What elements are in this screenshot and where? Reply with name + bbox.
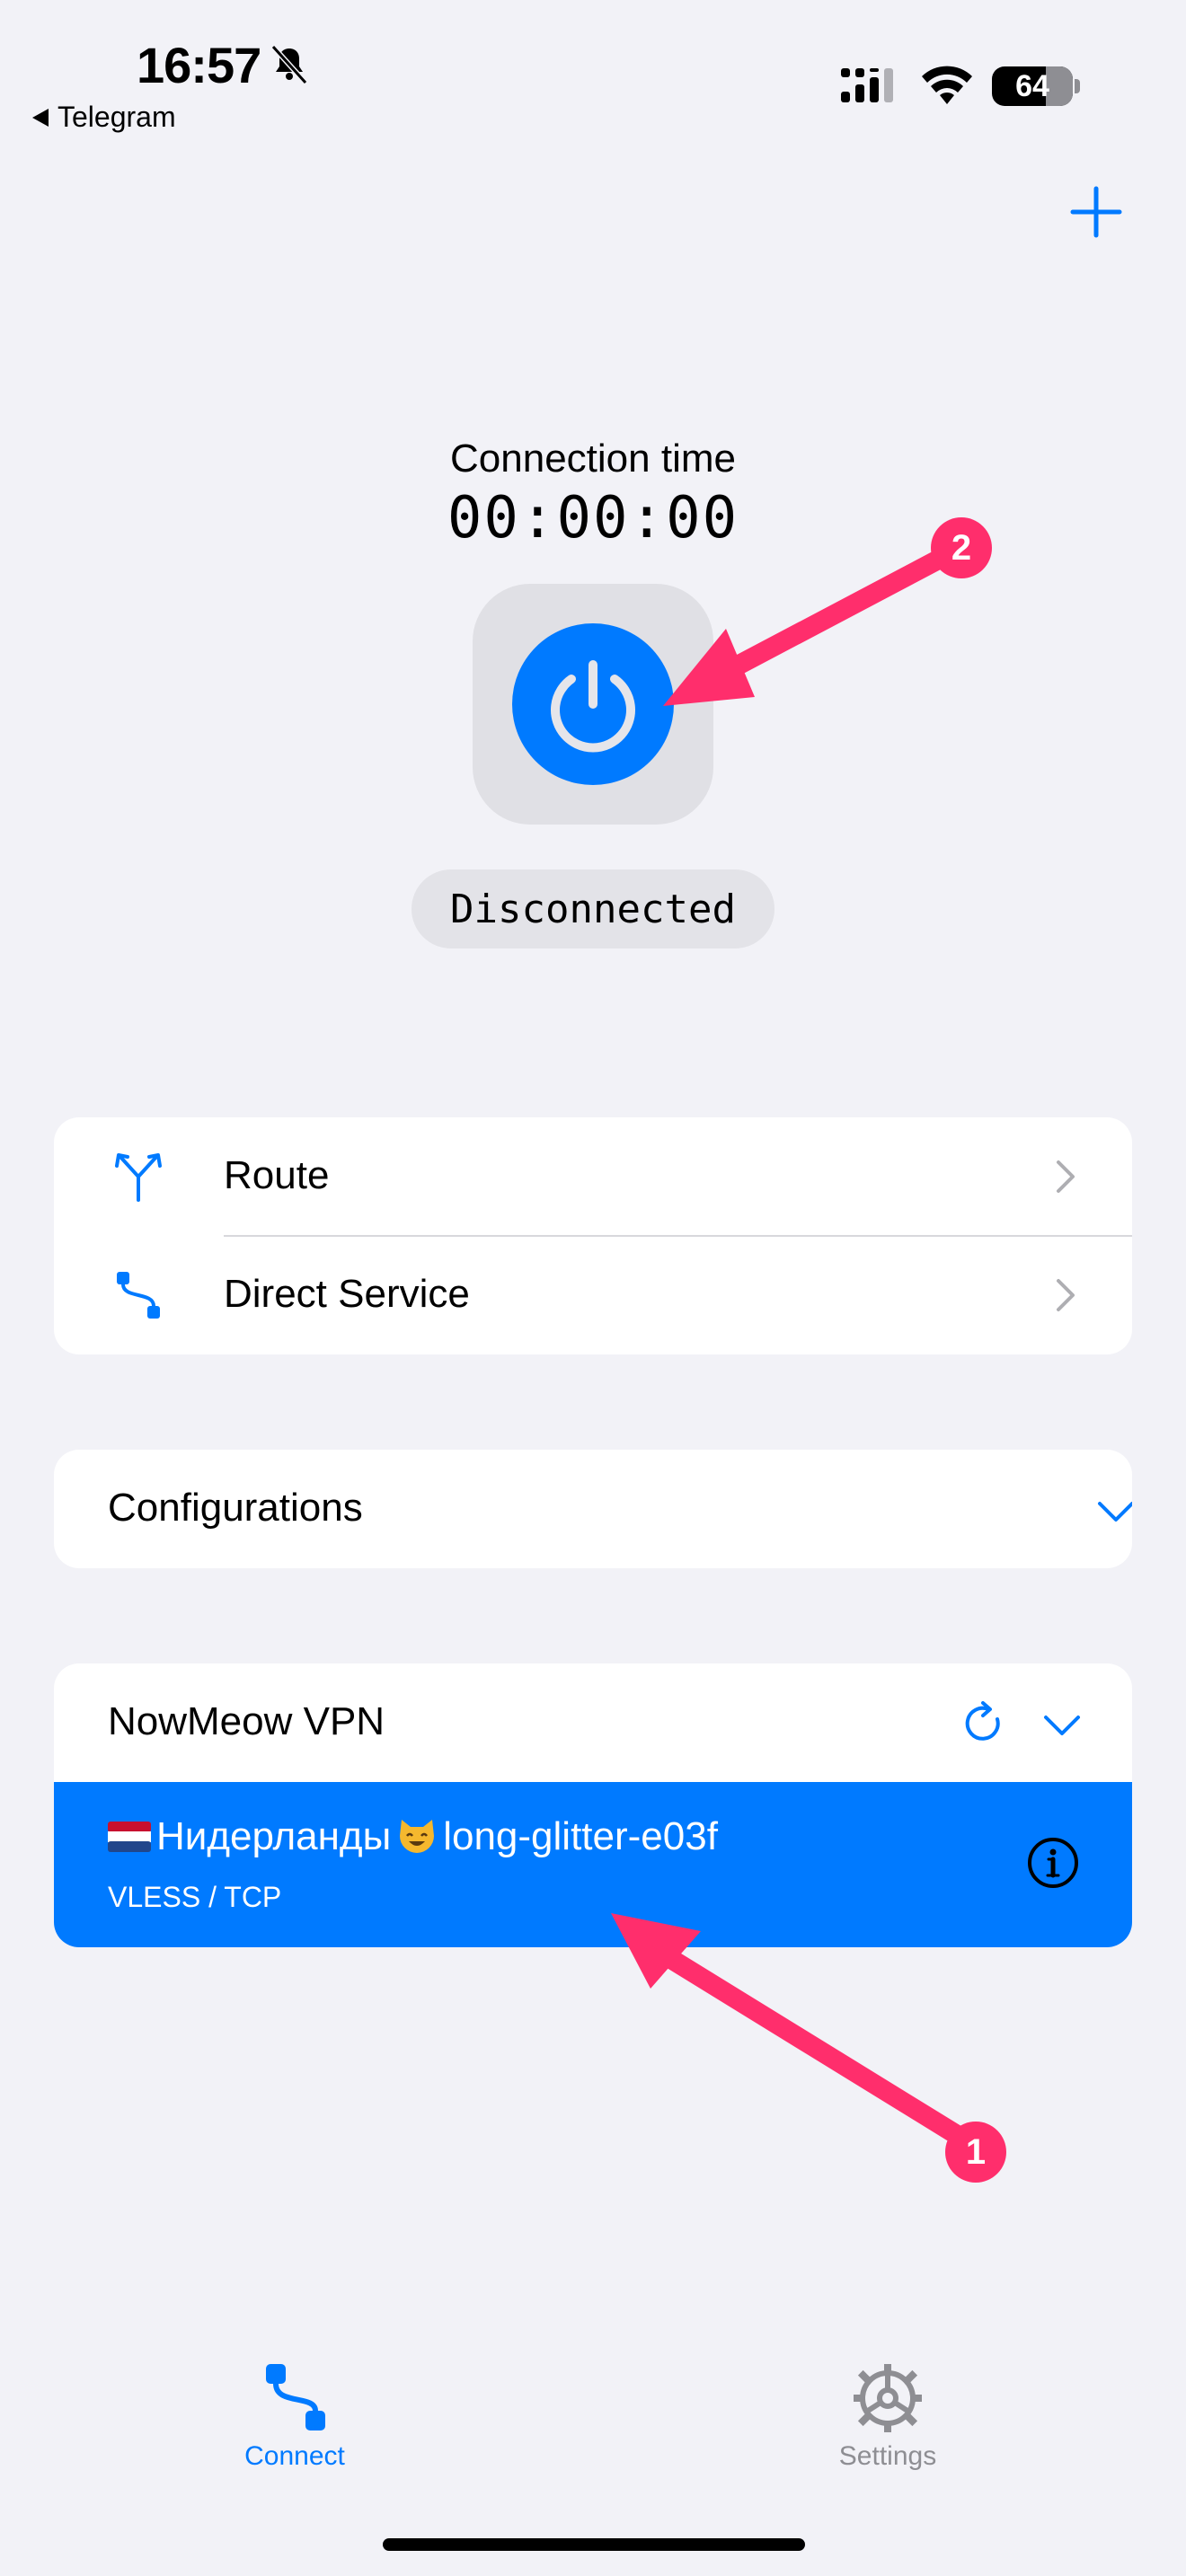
refresh-icon[interactable] bbox=[961, 1701, 1006, 1746]
direct-connect-icon bbox=[117, 1272, 160, 1319]
route-fork-icon bbox=[115, 1153, 162, 1202]
battery-level: 64 bbox=[1015, 69, 1049, 103]
plus-icon[interactable] bbox=[1069, 185, 1123, 239]
route-label: Route bbox=[224, 1153, 330, 1197]
back-app-label: Telegram bbox=[58, 101, 176, 133]
server-host: long-glitter-e03f bbox=[443, 1814, 718, 1858]
info-icon[interactable] bbox=[1024, 1834, 1082, 1892]
configurations-dropdown[interactable]: Configurations bbox=[54, 1450, 1132, 1568]
vpn-group-header[interactable]: NowMeow VPN bbox=[54, 1663, 1132, 1782]
routing-card: Route Direct Service bbox=[54, 1117, 1132, 1354]
netherlands-flag-icon bbox=[108, 1822, 151, 1852]
annotation-badge-2: 2 bbox=[931, 517, 992, 578]
home-indicator[interactable] bbox=[383, 2538, 805, 2551]
server-item-selected[interactable]: Нидерланды long-glitter-e03f VLESS / TCP bbox=[54, 1782, 1132, 1947]
connection-status-badge: Disconnected bbox=[412, 869, 774, 948]
power-icon bbox=[551, 660, 635, 753]
connect-icon bbox=[266, 2364, 325, 2430]
configurations-label: Configurations bbox=[108, 1486, 363, 1530]
server-name: Нидерланды long-glitter-e03f bbox=[108, 1814, 718, 1859]
vpn-group-card: NowMeow VPN Нидерланды long-glitter-e03f bbox=[54, 1663, 1132, 1947]
server-country: Нидерланды bbox=[156, 1814, 392, 1858]
route-row[interactable]: Route bbox=[54, 1117, 1132, 1237]
chevron-right-icon bbox=[1057, 1279, 1075, 1311]
tab-connect-label: Connect bbox=[244, 2441, 345, 2471]
power-button[interactable] bbox=[512, 623, 674, 785]
battery-indicator: 64 bbox=[992, 66, 1073, 106]
battery-tip bbox=[1075, 79, 1080, 93]
gear-icon bbox=[854, 2364, 922, 2432]
tab-settings[interactable]: Settings bbox=[789, 2360, 987, 2472]
vpn-group-name: NowMeow VPN bbox=[108, 1699, 385, 1743]
connection-time-label: Connection time bbox=[450, 437, 736, 481]
tab-connect[interactable]: Connect bbox=[196, 2360, 394, 2472]
server-protocol: VLESS / TCP bbox=[108, 1881, 282, 1913]
direct-service-label: Direct Service bbox=[224, 1272, 470, 1316]
direct-service-row[interactable]: Direct Service bbox=[54, 1236, 1132, 1354]
back-to-telegram[interactable]: Telegram bbox=[32, 101, 176, 134]
chevron-down-icon[interactable] bbox=[1042, 1705, 1082, 1744]
wifi-icon bbox=[922, 66, 972, 104]
connection-timer: 00:00:00 bbox=[447, 485, 739, 551]
status-time: 16:57 bbox=[137, 37, 261, 93]
chevron-down-icon bbox=[1098, 1502, 1132, 1522]
bell-muted-icon bbox=[270, 44, 308, 85]
cellular-signal-icon bbox=[841, 68, 893, 102]
tab-settings-label: Settings bbox=[838, 2441, 937, 2471]
chevron-right-icon bbox=[1057, 1160, 1075, 1193]
back-triangle-icon bbox=[32, 108, 49, 127]
annotation-badge-1: 1 bbox=[945, 2122, 1006, 2183]
smiling-cat-icon bbox=[400, 1820, 435, 1853]
